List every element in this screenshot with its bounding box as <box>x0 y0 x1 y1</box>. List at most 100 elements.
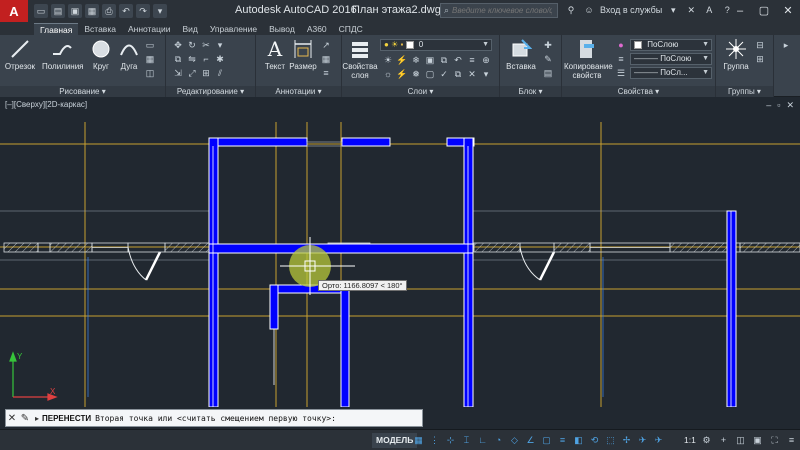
arc-tool[interactable]: Дуга <box>112 38 146 71</box>
sign-in-link[interactable]: Вход в службы <box>600 5 662 15</box>
groups-panel-title[interactable]: Группы ▾ <box>716 86 773 97</box>
hardware-acceleration-icon[interactable]: ▣ <box>751 433 764 448</box>
search-box[interactable]: ⌕ <box>440 3 558 18</box>
polyline-tool[interactable]: Полилиния <box>42 38 84 71</box>
lineweight-icon[interactable]: ☰ <box>615 67 627 79</box>
object-snap-icon[interactable]: ▢ <box>540 433 553 448</box>
close-icon[interactable]: ✕ <box>6 413 18 424</box>
layers-panel-title[interactable]: Слои ▾ <box>342 86 499 97</box>
layer-walk-icon[interactable]: ≡ <box>466 54 478 66</box>
layer-isolate-icon[interactable]: ⚡ <box>396 54 408 66</box>
maximize-icon[interactable]: ▢ <box>752 0 776 22</box>
copy-icon[interactable]: ⧉ <box>172 53 184 65</box>
search-input[interactable] <box>452 6 553 15</box>
minimize-icon[interactable]: – <box>728 0 752 22</box>
layer-thaw-icon[interactable]: ❅ <box>410 68 422 80</box>
offset-icon[interactable]: ⫽ <box>214 67 226 79</box>
isolate-objects-icon[interactable]: ◫ <box>734 433 747 448</box>
hatch-icon[interactable]: ▦ <box>144 53 156 65</box>
color-dropdown[interactable]: ПоСлою ▼ <box>630 39 712 51</box>
layer-dropdown[interactable]: ● ☀ ▪ 0 ▼ <box>380 39 492 51</box>
utilities-panel[interactable]: ▸ <box>774 35 800 97</box>
infer-icon[interactable]: ⊹ <box>444 433 457 448</box>
layer-current-icon[interactable]: ✓ <box>438 68 450 80</box>
modify-panel-title[interactable]: Редактирование ▾ <box>166 86 255 97</box>
dropdown-arrow-icon[interactable]: ▾ <box>666 3 680 17</box>
prompt-chevron-icon[interactable]: ▸ <box>32 414 42 423</box>
save-icon[interactable]: ▣ <box>68 4 82 18</box>
annotation-visibility-icon[interactable]: ✈ <box>636 433 649 448</box>
line-tool[interactable]: Отрезок <box>3 38 37 71</box>
grid-icon[interactable]: ▦ <box>412 433 425 448</box>
match-properties-tool[interactable]: Копирование свойств <box>564 38 613 80</box>
save-as-icon[interactable]: ▦ <box>85 4 99 18</box>
trim-icon[interactable]: ✂ <box>200 39 212 51</box>
fillet-icon[interactable]: ⌐ <box>200 53 212 65</box>
layer-delete-icon[interactable]: ✕ <box>466 68 478 80</box>
tab-output[interactable]: Вывод <box>263 23 301 35</box>
measure-icon[interactable]: ▸ <box>780 39 792 51</box>
application-menu-button[interactable]: A <box>0 0 28 22</box>
dimension-tool[interactable]: Размер <box>286 38 320 71</box>
a360-icon[interactable]: A <box>702 3 716 17</box>
settings-icon[interactable]: ⚙ <box>700 433 713 448</box>
lineweight-toggle-icon[interactable]: ≡ <box>556 433 569 448</box>
block-panel-title[interactable]: Блок ▾ <box>500 86 561 97</box>
layer-properties-tool[interactable]: Свойства слоя <box>342 38 378 80</box>
selection-cycling-icon[interactable]: ⟲ <box>588 433 601 448</box>
rotate-icon[interactable]: ↻ <box>186 39 198 51</box>
viewport-minimize-icon[interactable]: – <box>766 100 771 111</box>
layer-unisolate-icon[interactable]: ⚡ <box>396 68 408 80</box>
command-line[interactable]: ✕ ✎ ▸ ПЕРЕНЕСТИ Вторая точка или <считат… <box>5 409 423 427</box>
rectangle-icon[interactable]: ▭ <box>144 39 156 51</box>
markup-icon[interactable]: ≡ <box>320 67 332 79</box>
array-icon[interactable]: ⊞ <box>200 67 212 79</box>
region-icon[interactable]: ◫ <box>144 67 156 79</box>
layer-previous-icon[interactable]: ↶ <box>452 54 464 66</box>
customization-icon[interactable]: ≡ <box>785 433 798 448</box>
3d-osnap-icon[interactable]: ⬚ <box>604 433 617 448</box>
layer-off-icon[interactable]: ☀ <box>382 54 394 66</box>
gizmo-icon[interactable]: ✢ <box>620 433 633 448</box>
workspace-dropdown-icon[interactable]: ▾ <box>153 4 167 18</box>
group-tool[interactable]: Группа <box>719 38 753 71</box>
object-snap-tracking-icon[interactable]: ∠ <box>524 433 537 448</box>
color-wheel-icon[interactable]: ● <box>615 39 627 51</box>
table-icon[interactable]: ▦ <box>320 53 332 65</box>
dynamic-input-icon[interactable]: ⌶ <box>460 433 473 448</box>
move-icon[interactable]: ✥ <box>172 39 184 51</box>
linetype-dropdown[interactable]: ——— ПоСлою ▼ <box>630 53 712 65</box>
auto-scale-icon[interactable]: ✈ <box>652 433 665 448</box>
draw-panel-title[interactable]: Рисование ▾ <box>0 86 165 97</box>
tab-manage[interactable]: Управление <box>204 23 263 35</box>
tab-view[interactable]: Вид <box>176 23 203 35</box>
clean-screen-icon[interactable]: ⛶ <box>768 433 781 448</box>
user-icon[interactable]: ☺ <box>582 3 596 17</box>
transparency-icon[interactable]: ◧ <box>572 433 585 448</box>
ortho-icon[interactable]: ∟ <box>476 433 489 448</box>
drawing-viewport[interactable]: [–][Сверху][2D-каркас] – ▫ ✕ Y X Орто: 1… <box>0 97 800 407</box>
group-edit-icon[interactable]: ⊞ <box>754 53 766 65</box>
ungroup-icon[interactable]: ⊟ <box>754 39 766 51</box>
new-file-icon[interactable]: ▭ <box>34 4 48 18</box>
stretch-icon[interactable]: ⇲ <box>172 67 184 79</box>
redo-icon[interactable]: ↷ <box>136 4 150 18</box>
layer-unlock-icon[interactable]: ▢ <box>424 68 436 80</box>
mirror-icon[interactable]: ⇋ <box>186 53 198 65</box>
layer-states-icon[interactable]: ▾ <box>480 68 492 80</box>
snap-icon[interactable]: ⋮ <box>428 433 441 448</box>
create-block-icon[interactable]: ✚ <box>542 39 554 51</box>
modify-more-icon[interactable]: ▾ <box>214 39 226 51</box>
insert-block-tool[interactable]: Вставка <box>504 38 538 71</box>
close-icon[interactable]: ✕ <box>776 0 800 22</box>
explode-icon[interactable]: ✱ <box>214 53 226 65</box>
undo-icon[interactable]: ↶ <box>119 4 133 18</box>
layer-copy-icon[interactable]: ⧉ <box>452 68 464 80</box>
binoculars-icon[interactable]: ⚲ <box>564 3 578 17</box>
block-attribute-icon[interactable]: ▤ <box>542 67 554 79</box>
leader-icon[interactable]: ↗ <box>320 39 332 51</box>
tab-home[interactable]: Главная <box>34 23 79 35</box>
tab-insert[interactable]: Вставка <box>78 23 122 35</box>
model-space-button[interactable]: МОДЕЛЬ <box>372 433 418 448</box>
lineweight-dropdown[interactable]: ——— ПоСл... ▼ <box>630 67 712 79</box>
